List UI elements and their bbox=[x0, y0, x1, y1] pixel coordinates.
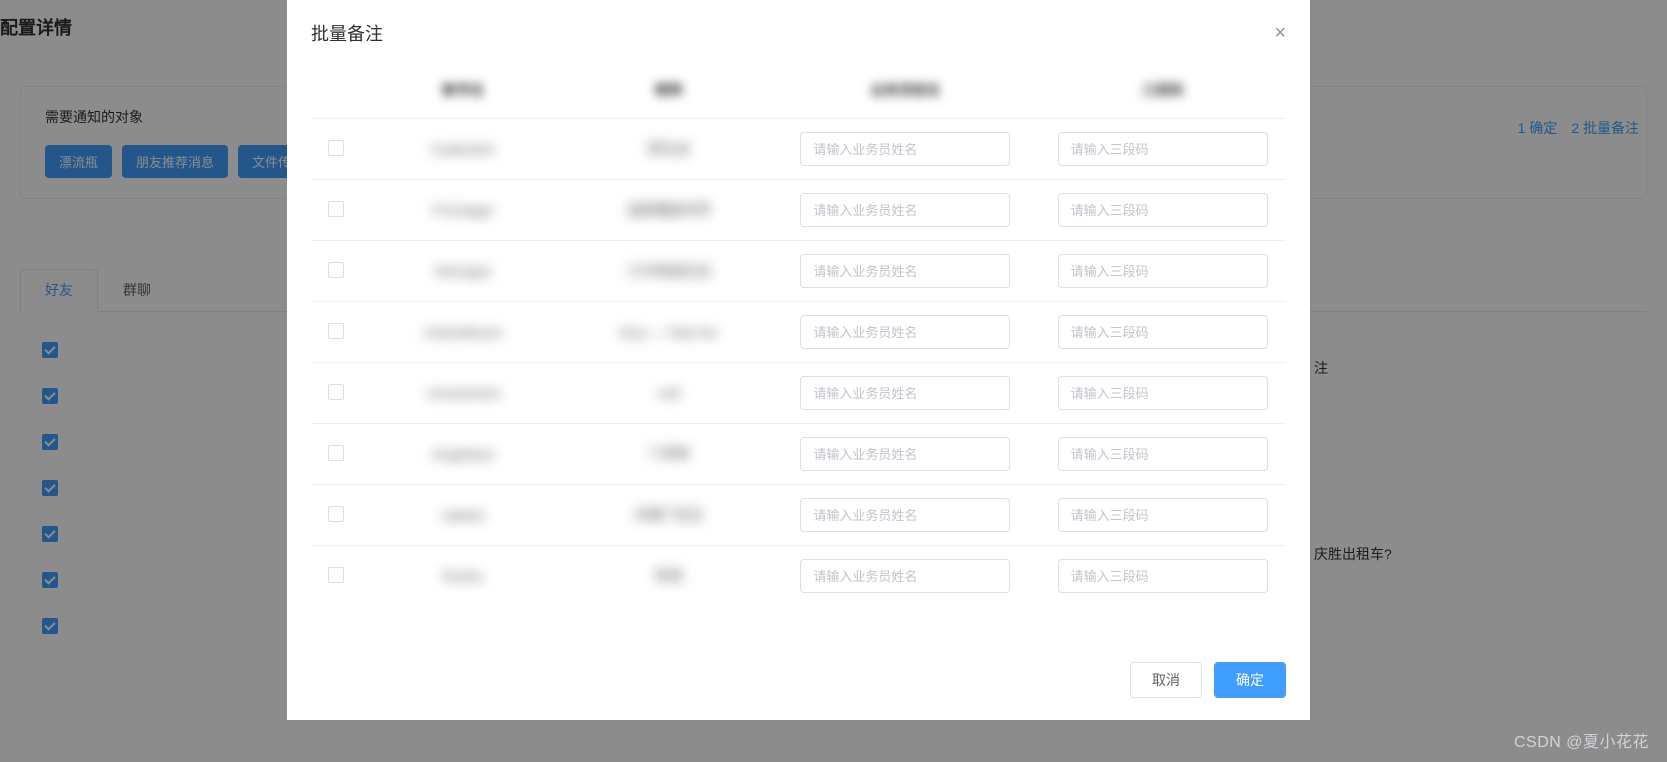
row-checkbox[interactable] bbox=[328, 445, 344, 461]
cell-nickname: 秀清 bbox=[655, 566, 683, 586]
cell-account: chamellcaun bbox=[424, 324, 503, 340]
cell-nickname: 刘德门先生 bbox=[634, 505, 704, 525]
input-three-segment-code[interactable] bbox=[1058, 315, 1268, 349]
confirm-button[interactable]: 确定 bbox=[1214, 662, 1286, 698]
cell-account: cmonement bbox=[427, 385, 500, 401]
batch-remark-dialog: 批量备注 × 账号名 昵称 业务员姓名 三段码 hualiushin 原生态 Pro… bbox=[287, 0, 1310, 720]
input-three-segment-code[interactable] bbox=[1058, 559, 1268, 593]
th-checkbox bbox=[311, 62, 360, 119]
cell-nickname: null bbox=[658, 385, 680, 401]
dialog-title: 批量备注 bbox=[311, 20, 383, 46]
cell-account: Angelstun bbox=[432, 446, 494, 462]
dialog-footer: 取消 确定 bbox=[287, 650, 1310, 720]
table-row: Promager 温柔覆盖世界 bbox=[311, 180, 1286, 241]
table-row: cmonement null bbox=[311, 363, 1286, 424]
table-row: chamellcaun teny — Haa her bbox=[311, 302, 1286, 363]
close-icon[interactable]: × bbox=[1274, 23, 1286, 43]
cell-nickname: 江中帆船在远 bbox=[627, 261, 711, 281]
table-header-row: 账号名 昵称 业务员姓名 三段码 bbox=[311, 62, 1286, 119]
row-checkbox[interactable] bbox=[328, 140, 344, 156]
table-row: hualiushin 原生态 bbox=[311, 119, 1286, 180]
input-three-segment-code[interactable] bbox=[1058, 437, 1268, 471]
input-salesperson-name[interactable] bbox=[800, 315, 1010, 349]
cell-account: hualiushin bbox=[432, 141, 495, 157]
th-col4: 三段码 bbox=[1039, 62, 1286, 119]
input-three-segment-code[interactable] bbox=[1058, 498, 1268, 532]
cell-nickname: 丁零零 bbox=[648, 444, 690, 464]
input-three-segment-code[interactable] bbox=[1058, 376, 1268, 410]
table-row: Nemajue 江中帆船在远 bbox=[311, 241, 1286, 302]
row-checkbox[interactable] bbox=[328, 262, 344, 278]
input-salesperson-name[interactable] bbox=[800, 132, 1010, 166]
input-salesperson-name[interactable] bbox=[800, 254, 1010, 288]
row-checkbox[interactable] bbox=[328, 567, 344, 583]
input-salesperson-name[interactable] bbox=[800, 559, 1010, 593]
row-checkbox[interactable] bbox=[328, 201, 344, 217]
input-three-segment-code[interactable] bbox=[1058, 254, 1268, 288]
row-checkbox[interactable] bbox=[328, 384, 344, 400]
cell-account: Rushu bbox=[443, 568, 483, 584]
cell-nickname: 原生态 bbox=[648, 139, 690, 159]
row-checkbox[interactable] bbox=[328, 323, 344, 339]
cell-account: Promager bbox=[432, 202, 493, 218]
cell-account: Nemajue bbox=[435, 263, 491, 279]
dialog-header: 批量备注 × bbox=[287, 0, 1310, 56]
input-three-segment-code[interactable] bbox=[1058, 193, 1268, 227]
cell-nickname: 温柔覆盖世界 bbox=[627, 200, 711, 220]
input-salesperson-name[interactable] bbox=[800, 193, 1010, 227]
dialog-body: 账号名 昵称 业务员姓名 三段码 hualiushin 原生态 Promager 温柔… bbox=[287, 56, 1310, 650]
input-three-segment-code[interactable] bbox=[1058, 132, 1268, 166]
input-salesperson-name[interactable] bbox=[800, 376, 1010, 410]
input-salesperson-name[interactable] bbox=[800, 498, 1010, 532]
cell-account: nabefu bbox=[442, 507, 485, 523]
table-row: Rushu 秀清 bbox=[311, 546, 1286, 607]
th-col3: 业务员姓名 bbox=[772, 62, 1039, 119]
cancel-button[interactable]: 取消 bbox=[1130, 662, 1202, 698]
input-salesperson-name[interactable] bbox=[800, 437, 1010, 471]
th-col1: 账号名 bbox=[360, 62, 566, 119]
th-col2: 昵称 bbox=[566, 62, 772, 119]
table-row: Angelstun 丁零零 bbox=[311, 424, 1286, 485]
row-checkbox[interactable] bbox=[328, 506, 344, 522]
batch-remark-table: 账号名 昵称 业务员姓名 三段码 hualiushin 原生态 Promager 温柔… bbox=[311, 62, 1286, 606]
table-row: nabefu 刘德门先生 bbox=[311, 485, 1286, 546]
cell-nickname: teny — Haa her bbox=[620, 324, 718, 340]
